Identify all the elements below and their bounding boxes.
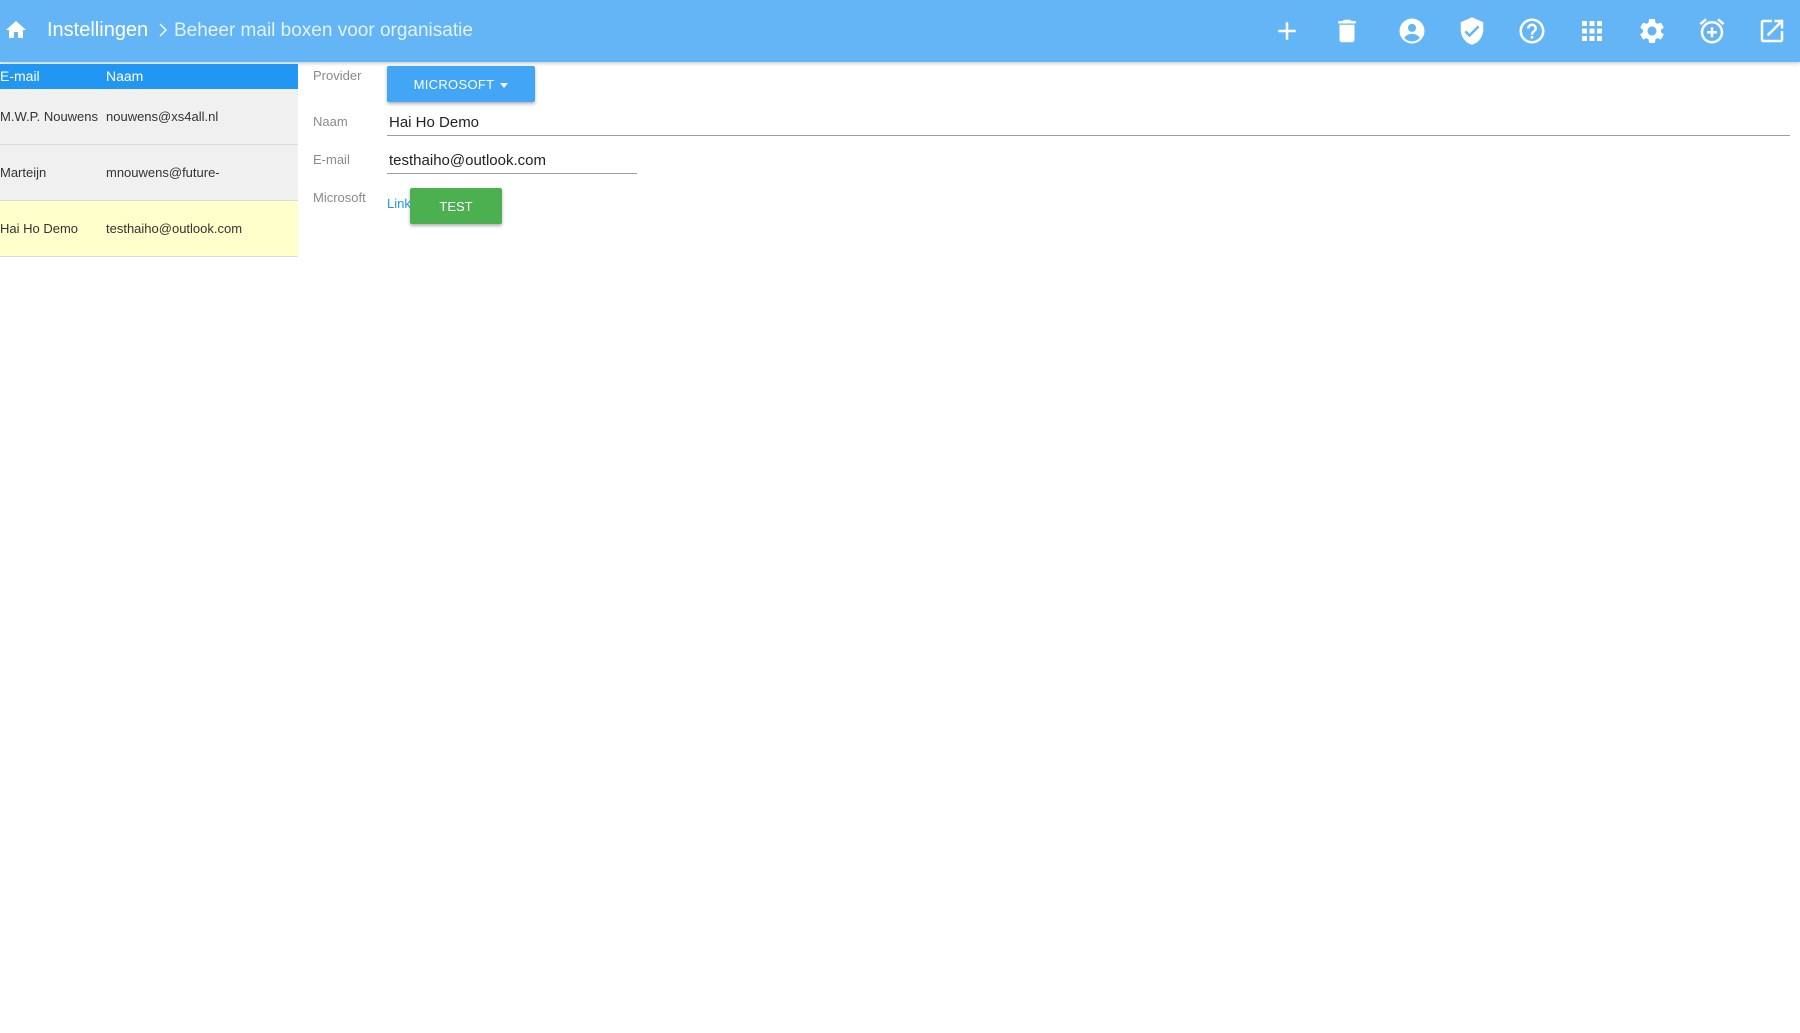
table-row-selected[interactable]: Hai Ho Demo testhaiho@outlook.com xyxy=(0,201,298,257)
row-cell-email: Marteijn xyxy=(0,165,47,180)
provider-value: MICROSOFT xyxy=(413,76,495,92)
email-label: E-mail xyxy=(313,152,350,167)
breadcrumb-current: Beheer mail boxen voor organisatie xyxy=(174,20,473,41)
column-header-naam[interactable]: Naam xyxy=(106,68,143,84)
test-button[interactable]: TEST xyxy=(410,188,502,224)
apps-grid-icon[interactable] xyxy=(1577,16,1607,46)
email-input[interactable] xyxy=(387,147,637,174)
naam-label: Naam xyxy=(313,114,348,129)
naam-input[interactable] xyxy=(387,109,1790,136)
row-cell-email: Hai Ho Demo xyxy=(0,221,79,236)
trash-icon[interactable] xyxy=(1332,16,1362,46)
mailbox-list-header: E-mail Naam xyxy=(0,64,298,89)
column-header-email[interactable]: E-mail xyxy=(0,68,40,84)
shield-check-icon[interactable] xyxy=(1457,16,1487,46)
help-circle-icon[interactable] xyxy=(1517,16,1547,46)
row-cell-naam: nouwens@xs4all.nl xyxy=(106,109,219,124)
microsoft-label: Microsoft xyxy=(313,190,366,205)
top-app-bar: Instellingen Beheer mail boxen voor orga… xyxy=(0,0,1800,62)
provider-dropdown-button[interactable]: MICROSOFT xyxy=(387,66,535,102)
alarm-add-icon[interactable] xyxy=(1697,16,1727,46)
breadcrumb-root[interactable]: Instellingen xyxy=(47,18,148,42)
microsoft-link[interactable]: Link xyxy=(387,196,411,211)
chevron-right-icon xyxy=(157,21,169,39)
home-icon[interactable] xyxy=(4,18,28,42)
provider-label: Provider xyxy=(313,68,362,83)
gear-icon[interactable] xyxy=(1637,16,1667,46)
table-row[interactable]: Marteijn mnouwens@future- xyxy=(0,145,298,201)
row-cell-naam: mnouwens@future- xyxy=(106,165,220,180)
caret-down-icon xyxy=(500,82,509,88)
row-cell-naam: testhaiho@outlook.com xyxy=(106,221,243,236)
open-in-new-icon[interactable] xyxy=(1757,16,1787,46)
table-row[interactable]: M.W.P. Nouwens nouwens@xs4all.nl xyxy=(0,89,298,145)
row-cell-email: M.W.P. Nouwens xyxy=(0,109,99,124)
add-icon[interactable] xyxy=(1272,16,1302,46)
account-circle-icon[interactable] xyxy=(1397,16,1427,46)
